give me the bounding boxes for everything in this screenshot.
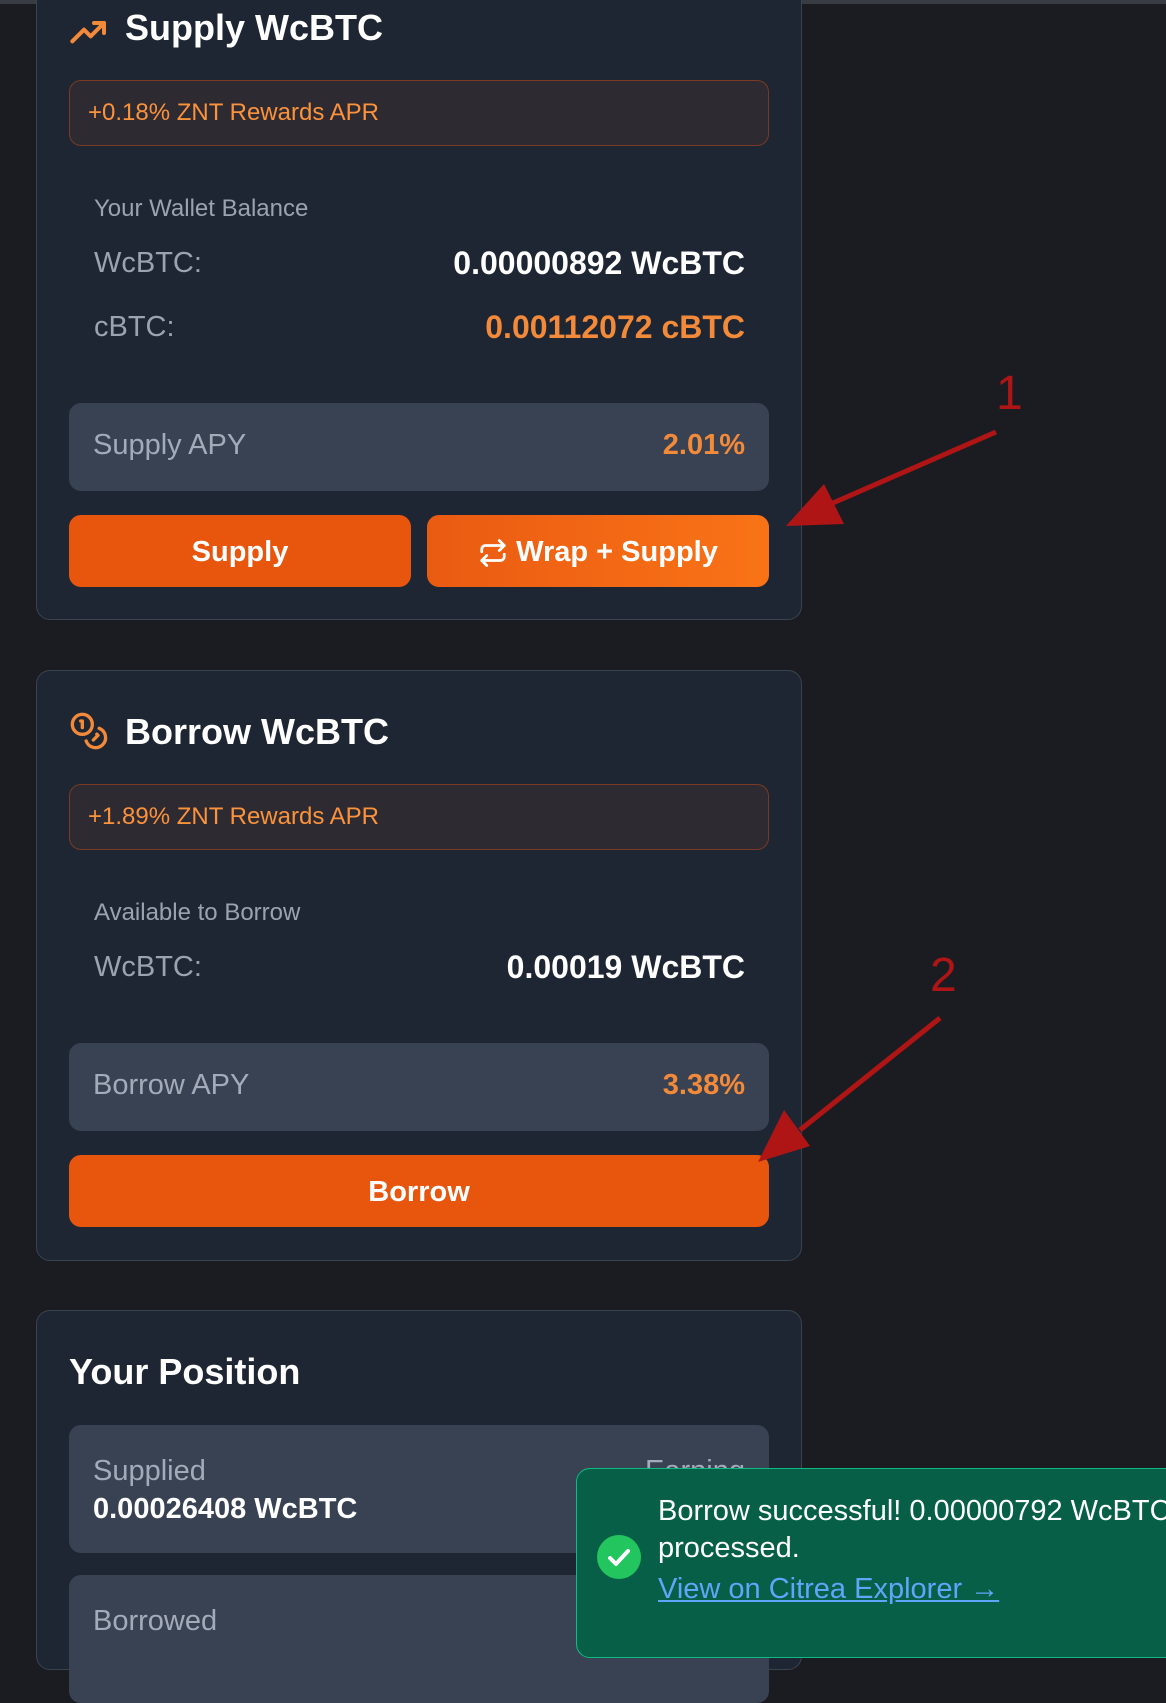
borrow-card: Borrow WcBTC +1.89% ZNT Rewards APR Avai… [36,670,802,1261]
supplied-value: 0.00026408 WcBTC [93,1493,358,1525]
wallet-balance-heading: Your Wallet Balance [94,195,309,222]
borrow-rewards-badge: +1.89% ZNT Rewards APR [69,784,769,850]
wrap-supply-button-label: Wrap + Supply [516,536,718,568]
annotation-marker-1: 1 [996,367,1023,420]
supply-apy-label: Supply APY [93,429,247,461]
wrap-supply-button[interactable]: Wrap + Supply [427,515,769,587]
borrow-button-label: Borrow [368,1176,470,1208]
supply-apy-box: Supply APY 2.01% [69,403,769,491]
annotation-marker-2: 2 [930,949,957,1002]
check-circle-icon [597,1535,641,1579]
borrow-card-title: Borrow WcBTC [125,711,389,752]
supply-card: Supply WcBTC +0.18% ZNT Rewards APR Your… [36,0,802,620]
borrow-apy-label: Borrow APY [93,1069,250,1101]
borrow-wcbtc-value: 0.00019 WcBTC [506,949,745,985]
supply-button-label: Supply [191,536,289,568]
supply-rewards-badge: +0.18% ZNT Rewards APR [69,80,769,146]
citrea-explorer-link[interactable]: View on Citrea Explorer → [658,1573,999,1606]
borrow-apy-box: Borrow APY 3.38% [69,1043,769,1131]
position-title: Your Position [69,1351,301,1392]
available-to-borrow-heading: Available to Borrow [94,899,301,926]
borrow-button[interactable]: Borrow [69,1155,769,1227]
supply-card-title: Supply WcBTC [125,7,383,48]
borrowed-label: Borrowed [93,1605,218,1637]
trending-up-icon [69,13,109,53]
annotation-arrow-1 [786,429,997,526]
supply-apy-value: 2.01% [662,429,745,461]
cbtc-balance-label: cBTC: [94,311,175,343]
toast-message: Borrow successful! 0.00000792 WcBTC proc… [658,1495,1166,1564]
supply-button[interactable]: Supply [69,515,411,587]
borrow-apy-value: 3.38% [662,1069,745,1101]
swap-arrows-icon [478,538,508,568]
supplied-label: Supplied [93,1455,206,1487]
success-toast: Borrow successful! 0.00000792 WcBTC proc… [576,1468,1166,1658]
wcbtc-balance-label: WcBTC: [94,247,202,279]
wcbtc-balance-value: 0.00000892 WcBTC [453,245,745,281]
coins-icon [69,711,109,751]
cbtc-balance-value: 0.00112072 cBTC [485,309,745,345]
borrow-wcbtc-label: WcBTC: [94,951,202,983]
